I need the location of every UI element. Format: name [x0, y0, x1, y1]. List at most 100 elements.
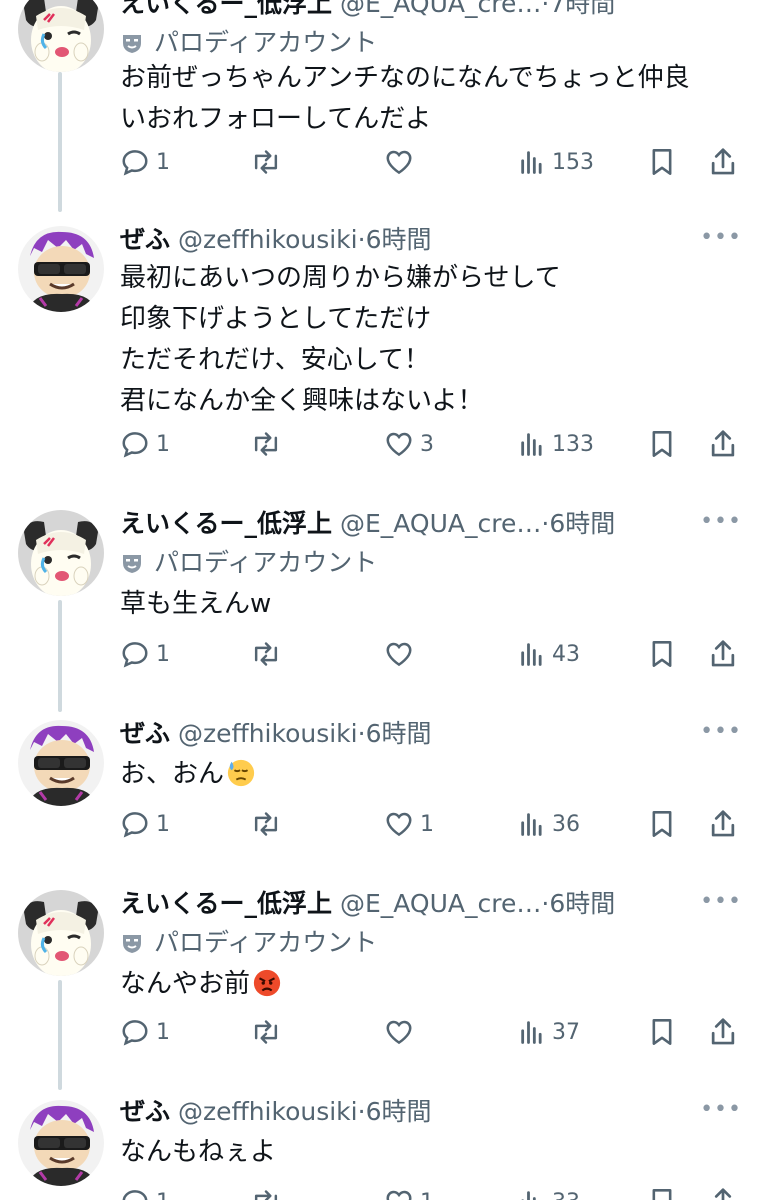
views-button[interactable]: 43	[518, 636, 580, 672]
bookmark-button[interactable]	[648, 806, 676, 842]
views-button[interactable]: 33	[518, 1184, 580, 1200]
timestamp[interactable]: 6時間	[549, 509, 615, 538]
tweet[interactable]: ぜふ @zeffhikousiki·6時間 ••• 最初にあいつの周りから嫌がら…	[0, 222, 762, 492]
repost-icon	[254, 1020, 278, 1044]
tweet-text: なんもねぇよ	[120, 1132, 742, 1173]
tweet[interactable]: ぜふ @zeffhikousiki·6時間 ••• お、おん 1 1 36	[0, 716, 762, 866]
timestamp[interactable]: 6時間	[366, 1097, 432, 1126]
tweet[interactable]: えいくるー_低浮上 @E_AQUA_cre…·6時間 ••• パロディアカウント…	[0, 886, 762, 1076]
bookmark-icon	[652, 641, 672, 667]
views-count: 36	[552, 811, 580, 837]
timestamp[interactable]: 6時間	[366, 719, 432, 748]
like-icon	[386, 432, 412, 457]
reply-button[interactable]: 1	[120, 1184, 170, 1200]
share-button[interactable]	[708, 1184, 738, 1200]
action-bar: 1 3 133	[120, 426, 742, 462]
more-icon: •••	[700, 509, 742, 534]
views-button[interactable]: 37	[518, 1014, 580, 1050]
share-icon	[711, 640, 735, 667]
tweet[interactable]: えいくるー_低浮上 @E_AQUA_cre…·7時間 パロディアカウント お前ぜ…	[0, 0, 762, 196]
more-icon: •••	[700, 889, 742, 914]
like-icon	[386, 812, 412, 837]
tweet[interactable]: えいくるー_低浮上 @E_AQUA_cre…·6時間 ••• パロディアカウント…	[0, 506, 762, 696]
handle[interactable]: @E_AQUA_cre…	[340, 0, 541, 18]
parody-mask-icon	[120, 551, 144, 575]
avatar[interactable]	[18, 890, 104, 976]
bookmark-button[interactable]	[648, 144, 676, 180]
like-button[interactable]: 1	[384, 806, 434, 842]
tweet-text-line: なんやお前	[120, 964, 742, 1005]
display-name[interactable]: ぜふ	[120, 719, 170, 748]
like-button[interactable]: 3	[384, 426, 434, 462]
tweet-text-line: お、おん	[120, 754, 742, 795]
handle[interactable]: @zeffhikousiki	[178, 719, 358, 748]
views-button[interactable]: 133	[518, 426, 594, 462]
avatar[interactable]	[18, 720, 104, 806]
handle[interactable]: @zeffhikousiki	[178, 1097, 358, 1126]
like-button[interactable]: 1	[384, 1184, 434, 1200]
bookmark-icon	[652, 431, 672, 457]
reply-button[interactable]: 1	[120, 806, 170, 842]
more-button[interactable]: •••	[700, 1094, 742, 1126]
more-button[interactable]: •••	[700, 506, 742, 538]
more-button[interactable]: •••	[700, 716, 742, 748]
share-button[interactable]	[708, 806, 738, 842]
more-icon: •••	[700, 225, 742, 250]
share-button[interactable]	[708, 636, 738, 672]
parody-mask-icon	[120, 931, 144, 955]
like-button[interactable]	[384, 144, 420, 180]
share-button[interactable]	[708, 144, 738, 180]
reply-button[interactable]: 1	[120, 1014, 170, 1050]
views-icon	[521, 813, 542, 836]
bookmark-icon	[652, 811, 672, 837]
more-button[interactable]: •••	[700, 886, 742, 918]
display-name[interactable]: えいくるー_低浮上	[120, 509, 332, 538]
more-button[interactable]: •••	[700, 222, 742, 254]
tweet[interactable]: ぜふ @zeffhikousiki·6時間 ••• なんもねぇよ 1 1 33	[0, 1094, 762, 1200]
display-name[interactable]: えいくるー_低浮上	[120, 0, 332, 18]
reply-button[interactable]: 1	[120, 144, 170, 180]
repost-button[interactable]	[250, 806, 288, 842]
tweet-header: えいくるー_低浮上 @E_AQUA_cre…·6時間	[120, 509, 616, 538]
display-name[interactable]: えいくるー_低浮上	[120, 889, 332, 918]
reply-icon	[122, 432, 148, 458]
repost-button[interactable]	[250, 144, 288, 180]
like-button[interactable]	[384, 636, 420, 672]
bookmark-button[interactable]	[648, 636, 676, 672]
repost-button[interactable]	[250, 1184, 288, 1200]
tweet-text-line: 印象下げようとしてただけ	[120, 304, 432, 334]
handle[interactable]: @zeffhikousiki	[178, 225, 358, 254]
repost-button[interactable]	[250, 426, 288, 462]
parody-label: パロディアカウント	[154, 548, 378, 577]
views-button[interactable]: 36	[518, 806, 580, 842]
avatar[interactable]	[18, 510, 104, 596]
display-name[interactable]: ぜふ	[120, 225, 170, 254]
like-count: 1	[420, 811, 434, 837]
share-button[interactable]	[708, 426, 738, 462]
bookmark-button[interactable]	[648, 426, 676, 462]
bookmark-button[interactable]	[648, 1014, 676, 1050]
reply-button[interactable]: 1	[120, 426, 170, 462]
views-button[interactable]: 153	[518, 144, 594, 180]
parody-mask-icon	[120, 31, 144, 55]
tweet-header: えいくるー_低浮上 @E_AQUA_cre…·7時間	[120, 0, 742, 22]
bookmark-button[interactable]	[648, 1184, 676, 1200]
timestamp[interactable]: 7時間	[549, 0, 615, 18]
handle[interactable]: @E_AQUA_cre…	[340, 889, 541, 918]
share-icon	[711, 430, 735, 457]
avatar[interactable]	[18, 0, 104, 72]
share-icon	[714, 1188, 732, 1200]
repost-button[interactable]	[250, 1014, 288, 1050]
timestamp[interactable]: 6時間	[549, 889, 615, 918]
repost-button[interactable]	[250, 636, 288, 672]
avatar[interactable]	[18, 1100, 104, 1186]
reply-button[interactable]: 1	[120, 636, 170, 672]
avatar[interactable]	[18, 226, 104, 312]
handle[interactable]: @E_AQUA_cre…	[340, 509, 541, 538]
like-button[interactable]	[384, 1014, 420, 1050]
share-button[interactable]	[708, 1014, 738, 1050]
display-name[interactable]: ぜふ	[120, 1097, 170, 1126]
timestamp[interactable]: 6時間	[366, 225, 432, 254]
views-count: 133	[552, 431, 594, 457]
like-icon	[386, 642, 412, 667]
